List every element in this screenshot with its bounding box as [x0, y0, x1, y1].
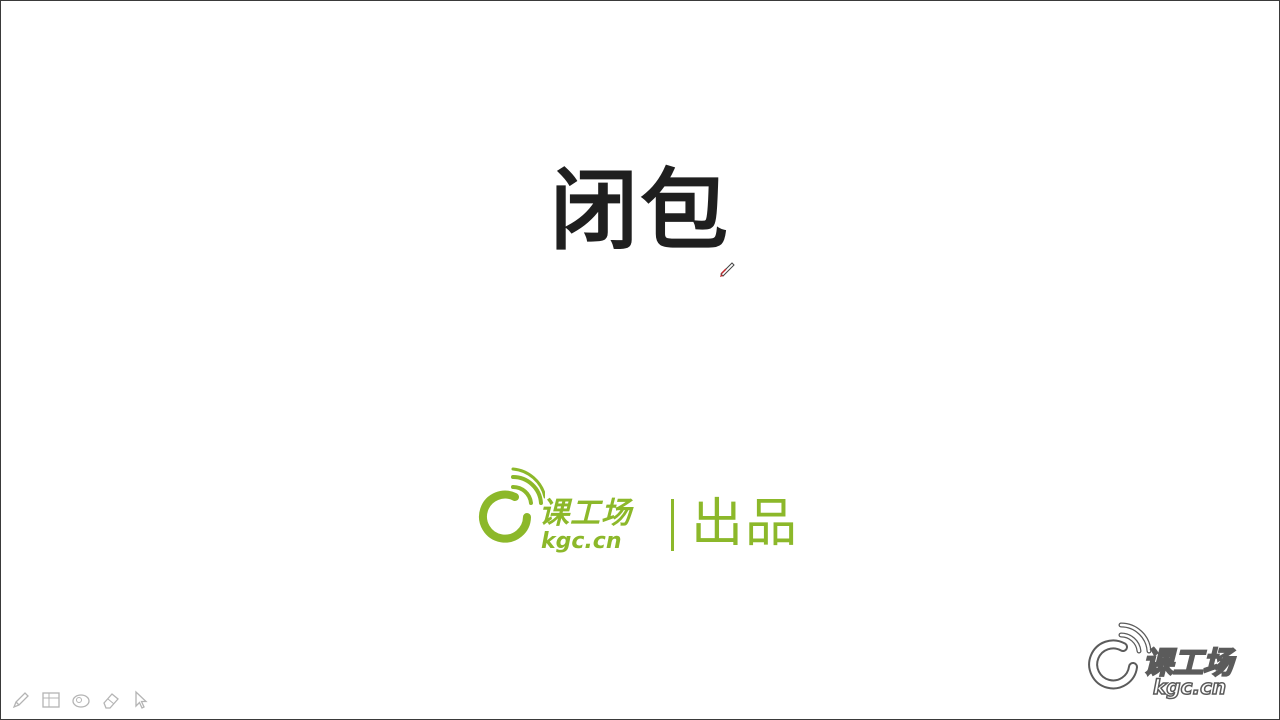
kgc-logo-icon: [479, 467, 545, 543]
slides-grid-icon: [42, 692, 60, 708]
zoom-button[interactable]: [69, 688, 93, 712]
brand-name: 课工场: [539, 496, 632, 531]
pointer-icon: [135, 690, 148, 709]
brand-domain: kgc.cn: [541, 529, 622, 554]
eraser-icon: [103, 693, 119, 709]
pen-icon: [12, 692, 29, 709]
presenter-toolbar: [9, 687, 153, 713]
brand-product-label: 出品: [691, 494, 800, 554]
brand-divider: [671, 499, 674, 551]
brand-mark: 课工场 kgc.cn 出品: [475, 467, 805, 557]
pointer-button[interactable]: [129, 688, 153, 712]
pen-tool-button[interactable]: [9, 688, 33, 712]
pen-cursor-icon: [720, 262, 735, 277]
slide-title: 闭包: [549, 159, 730, 262]
video-watermark: 课工场 kgc.cn: [1087, 621, 1257, 699]
presentation-slide: 闭包 课工场 kgc.cn 出品 课工场 kgc.cn: [0, 0, 1280, 720]
eraser-button[interactable]: [99, 688, 123, 712]
watermark-domain: kgc.cn: [1152, 675, 1227, 699]
zoom-icon: [72, 694, 90, 708]
slides-grid-button[interactable]: [39, 688, 63, 712]
watermark-logo-icon: [1088, 622, 1151, 690]
